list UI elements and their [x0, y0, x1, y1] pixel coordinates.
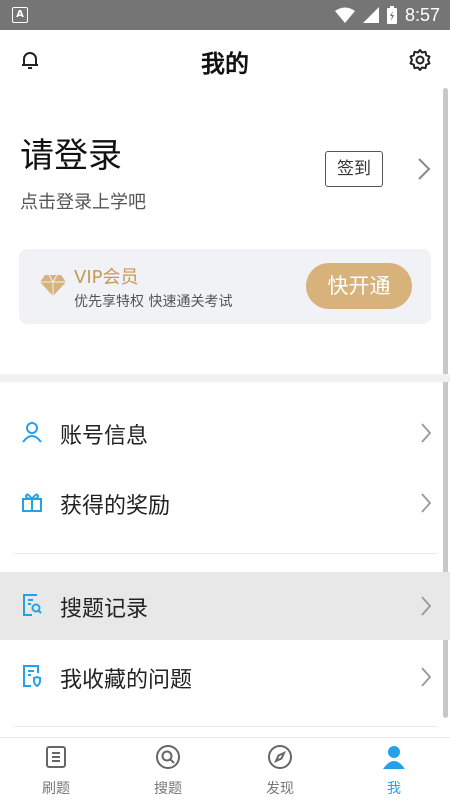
divider: [14, 553, 438, 554]
search-record-icon: [23, 594, 42, 616]
nav-label: 搜题: [154, 781, 182, 797]
menu-item-search-history[interactable]: 搜题记录: [0, 572, 450, 640]
wifi-icon: [334, 7, 355, 23]
notification-a-icon: A: [12, 7, 28, 23]
menu-item-account-info[interactable]: 账号信息: [0, 399, 450, 467]
chevron-right-icon: [421, 493, 432, 513]
compass-icon: [268, 745, 292, 769]
vip-card[interactable]: VIP会员 优先享特权 快速通关考试 快开通: [19, 249, 431, 324]
login-subtitle[interactable]: 点击登录上学吧: [20, 188, 146, 214]
status-bar: A 8:57: [0, 0, 450, 30]
signal-icon: [362, 7, 379, 23]
vip-open-button[interactable]: 快开通: [306, 263, 412, 309]
menu-label: 获得的奖励: [60, 494, 171, 519]
menu-item-rewards[interactable]: 获得的奖励: [0, 469, 450, 537]
favorite-doc-icon: [23, 665, 41, 688]
nav-label: 发现: [266, 781, 294, 797]
person-icon: [383, 746, 405, 769]
menu-label: 搜题记录: [60, 597, 149, 622]
nav-label: 刷题: [42, 781, 70, 797]
diamond-icon: [40, 274, 66, 296]
list-icon: [46, 746, 66, 768]
chevron-right-icon[interactable]: [416, 156, 432, 182]
nav-tab-practice[interactable]: 刷题: [0, 738, 112, 800]
chevron-right-icon: [421, 596, 432, 616]
nav-tab-discover[interactable]: 发现: [224, 738, 336, 800]
nav-tab-me[interactable]: 我: [338, 738, 450, 800]
menu-label: 账号信息: [60, 424, 149, 449]
chevron-right-icon: [421, 667, 432, 687]
header: 我的: [0, 30, 450, 90]
divider: [14, 726, 438, 727]
nav-label: 我: [387, 781, 401, 797]
search-icon: [156, 745, 180, 769]
battery-icon: [386, 6, 397, 24]
section-divider: [0, 374, 450, 382]
gift-icon: [22, 493, 42, 512]
clock: 8:57: [404, 4, 440, 25]
bottom-nav: 刷题 搜题 发现 我: [0, 737, 450, 800]
vip-title: VIP会员: [74, 267, 139, 288]
login-title[interactable]: 请登录: [20, 128, 122, 177]
vip-subtitle: 优先享特权 快速通关考试: [74, 294, 233, 310]
nav-tab-search[interactable]: 搜题: [112, 738, 224, 800]
user-icon: [22, 422, 42, 443]
chevron-right-icon: [421, 423, 432, 443]
gear-icon[interactable]: [408, 48, 432, 72]
menu-item-favorites[interactable]: 我收藏的问题: [0, 643, 450, 711]
menu-label: 我收藏的问题: [60, 668, 193, 693]
checkin-button[interactable]: 签到: [325, 151, 383, 187]
page-title: 我的: [201, 50, 249, 78]
